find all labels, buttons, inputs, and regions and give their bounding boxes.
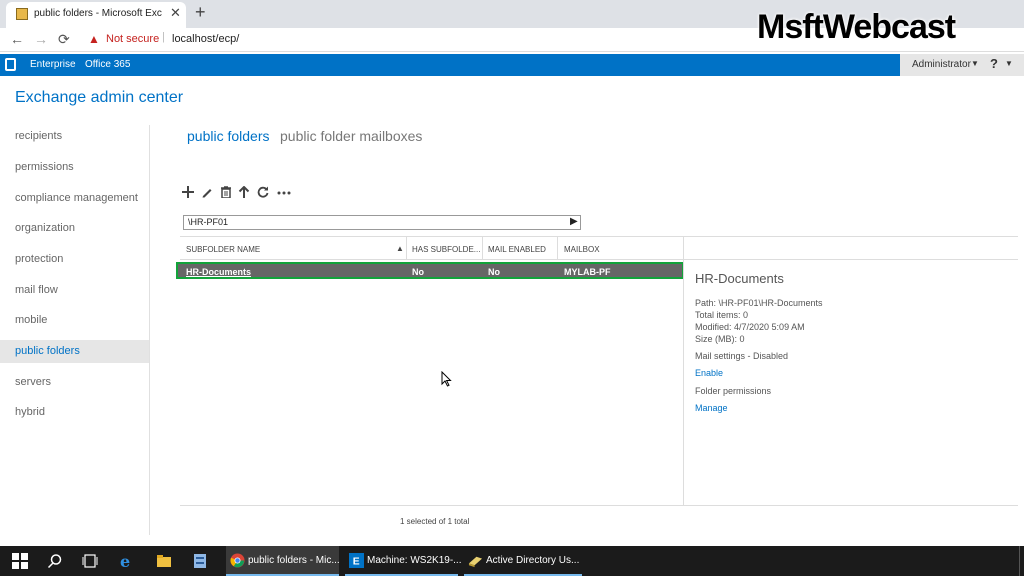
chrome-icon <box>230 553 245 568</box>
add-icon[interactable] <box>181 185 195 201</box>
file-explorer-icon[interactable] <box>156 553 172 569</box>
details-title: HR-Documents <box>695 271 784 286</box>
svg-text:e: e <box>120 553 130 569</box>
svg-text:E: E <box>353 557 360 568</box>
column-divider <box>557 237 558 259</box>
back-button[interactable]: ← <box>10 31 24 47</box>
cell-mail-enabled: No <box>488 267 500 277</box>
new-tab-button[interactable]: + <box>195 2 206 23</box>
tab-public-folders[interactable]: public folders <box>187 128 270 144</box>
column-header-subfolder-name[interactable]: SUBFOLDER NAME <box>186 245 260 254</box>
warning-icon[interactable]: ▲ <box>88 32 100 46</box>
mouse-cursor-icon <box>441 371 452 387</box>
sidebar-item-hybrid[interactable]: hybrid <box>0 401 149 424</box>
search-icon[interactable] <box>47 553 63 569</box>
forward-button[interactable]: → <box>34 31 48 47</box>
folder-path-field[interactable]: \HR-PF01 ▶ <box>183 215 581 230</box>
server-manager-icon[interactable] <box>192 553 208 569</box>
sidebar-item-compliance[interactable]: compliance management <box>0 187 149 210</box>
watermark-logo: MsftWebcast <box>757 8 956 46</box>
nav-office365[interactable]: Office 365 <box>85 59 130 70</box>
taskbar-app-label: public folders - Mic... <box>248 555 340 566</box>
taskbar-app-label: Machine: WS2K19-... <box>367 555 462 566</box>
details-folder-permissions: Folder permissions <box>695 386 772 396</box>
page-title: Exchange admin center <box>15 89 184 106</box>
details-modified: Modified: 4/7/2020 5:09 AM <box>695 322 805 332</box>
office-logo-icon[interactable] <box>5 58 16 71</box>
user-name: Administrator <box>912 59 971 70</box>
help-icon[interactable]: ? <box>990 56 998 71</box>
sidebar-item-protection[interactable]: protection <box>0 248 149 271</box>
user-menu[interactable]: Administrator ▼ ? ▼ <box>900 54 1024 76</box>
exchange-icon: E <box>349 553 364 568</box>
task-view-icon[interactable] <box>82 553 98 569</box>
cell-has-subfolders: No <box>412 267 424 277</box>
refresh-icon[interactable] <box>256 185 270 201</box>
internet-explorer-icon[interactable]: e <box>119 553 135 569</box>
delete-icon[interactable] <box>219 185 233 201</box>
cell-mailbox: MYLAB-PF <box>564 267 611 277</box>
folder-path-value: \HR-PF01 <box>188 217 229 227</box>
details-path: Path: \HR-PF01\HR-Documents <box>695 298 823 308</box>
table-row[interactable]: HR-Documents No No MYLAB-PF <box>176 262 684 279</box>
grid-header: SUBFOLDER NAME ▲ HAS SUBFOLDE... MAIL EN… <box>180 236 1018 260</box>
enable-link[interactable]: Enable <box>695 368 723 378</box>
sidebar-item-mail-flow[interactable]: mail flow <box>0 279 149 302</box>
sort-ascending-icon[interactable]: ▲ <box>396 244 404 253</box>
url-separator: | <box>162 31 165 43</box>
taskbar-app-active-directory[interactable]: Active Directory Us... <box>464 546 582 576</box>
exchange-favicon-icon <box>16 8 28 20</box>
windows-start-icon[interactable] <box>12 553 28 569</box>
browser-tab[interactable]: public folders - Microsoft Exchan ✕ <box>6 2 186 28</box>
ad-users-icon <box>468 556 483 568</box>
sidebar-item-public-folders[interactable]: public folders <box>0 340 149 363</box>
office-top-bar: Enterprise Office 365 Administrator ▼ ? … <box>0 54 1024 76</box>
taskbar-app-label: Active Directory Us... <box>486 555 580 566</box>
tab-public-folder-mailboxes[interactable]: public folder mailboxes <box>280 128 422 144</box>
sidebar-item-recipients[interactable]: recipients <box>0 125 149 148</box>
column-header-has-subfolders[interactable]: HAS SUBFOLDE... <box>412 245 480 254</box>
nav-enterprise[interactable]: Enterprise <box>30 59 76 70</box>
edit-icon[interactable] <box>200 185 214 201</box>
sidebar-item-mobile[interactable]: mobile <box>0 309 149 332</box>
chevron-down-icon: ▼ <box>971 59 979 68</box>
taskbar-app-exchange[interactable]: E Machine: WS2K19-... <box>345 546 462 576</box>
details-total-items: Total items: 0 <box>695 310 749 320</box>
windows-taskbar: e public folders - Mic... E Machine: WS2… <box>0 546 1024 576</box>
up-icon[interactable] <box>237 185 251 201</box>
column-divider <box>482 237 483 259</box>
reload-button[interactable]: ⟳ <box>58 31 70 48</box>
sidebar-item-permissions[interactable]: permissions <box>0 156 149 179</box>
more-icon[interactable] <box>277 185 291 201</box>
column-header-mailbox[interactable]: MAILBOX <box>564 245 600 254</box>
selection-status: 1 selected of 1 total <box>400 517 470 526</box>
go-arrow-icon[interactable]: ▶ <box>570 216 578 227</box>
tab-title: public folders - Microsoft Exchan <box>34 8 162 19</box>
show-desktop-button[interactable] <box>1019 546 1024 576</box>
url-field[interactable]: localhost/ecp/ <box>172 33 239 45</box>
security-indicator[interactable]: Not secure <box>106 33 159 45</box>
details-mail-settings: Mail settings - Disabled <box>695 351 789 361</box>
column-divider <box>406 237 407 259</box>
column-header-mail-enabled[interactable]: MAIL ENABLED <box>488 245 546 254</box>
grid-footer-divider <box>180 505 1018 506</box>
sidebar-item-organization[interactable]: organization <box>0 217 149 240</box>
close-tab-icon[interactable]: ✕ <box>170 5 181 21</box>
cell-subfolder-name[interactable]: HR-Documents <box>186 267 251 277</box>
taskbar-app-chrome[interactable]: public folders - Mic... <box>226 546 340 576</box>
sidebar-divider <box>149 125 150 535</box>
details-divider <box>683 236 684 505</box>
sidebar-item-servers[interactable]: servers <box>0 371 149 394</box>
chevron-down-icon: ▼ <box>1005 59 1013 68</box>
manage-link[interactable]: Manage <box>695 403 728 413</box>
details-size: Size (MB): 0 <box>695 334 745 344</box>
